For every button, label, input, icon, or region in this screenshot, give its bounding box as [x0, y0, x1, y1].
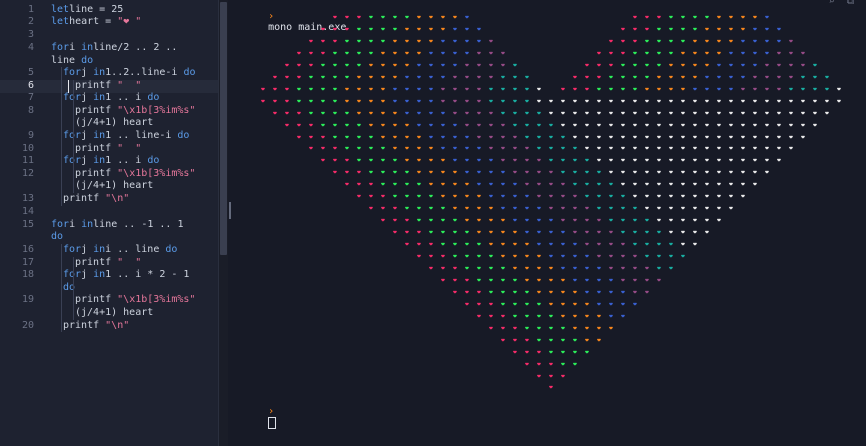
line-number: 14	[21, 206, 34, 217]
code-editor[interactable]: 1 2 3 4 5 6 7 8 9 10 11 12 13 14 15 16 17 18 19 20 letline …	[0, 0, 228, 446]
indent-guide	[73, 80, 74, 193]
code-line[interactable]: line do	[51, 55, 93, 68]
copy-icon[interactable]: ⧉	[847, 0, 854, 7]
line-number: 12	[21, 168, 34, 179]
code-line[interactable]: forj in1 .. i do	[63, 155, 159, 168]
line-number: 8	[27, 105, 34, 116]
indent-guide	[61, 244, 62, 332]
pane-splitter-handle[interactable]	[229, 202, 231, 219]
line-number: 3	[27, 29, 34, 40]
editor-scrollbar[interactable]	[218, 0, 228, 446]
input-prompt-line[interactable]: ›	[244, 395, 277, 442]
code-line[interactable]: do	[51, 231, 63, 244]
line-number-gutter: 1 2 3 4 5 6 7 8 9 10 11 12 13 14 15 16 17 18 19 20	[0, 0, 42, 446]
code-line[interactable]: (j/4+1) heart	[75, 117, 153, 130]
code-line[interactable]: printf "\x1b[3%im%s"	[75, 294, 195, 307]
line-number: 16	[21, 244, 34, 255]
code-line[interactable]: letheart = "❤ "	[51, 16, 141, 29]
terminal-cursor	[268, 417, 277, 429]
code-line[interactable]: printf "\x1b[3%im%s"	[75, 168, 195, 181]
line-number: 1	[27, 4, 34, 15]
line-number: 2	[27, 16, 34, 27]
line-number: 19	[21, 294, 34, 305]
line-number: 5	[27, 67, 34, 78]
code-line[interactable]: printf " "	[75, 257, 141, 270]
editor-scroll-thumb[interactable]	[220, 2, 227, 255]
line-number: 10	[21, 143, 34, 154]
code-line[interactable]: printf "\x1b[3%im%s"	[75, 105, 195, 118]
code-line[interactable]: printf "\n"	[63, 193, 129, 206]
code-line[interactable]: printf "\n"	[63, 320, 129, 333]
line-number: 4	[27, 42, 34, 53]
line-number: 11	[21, 155, 34, 166]
code-line[interactable]: forj ini .. line do	[63, 244, 177, 257]
code-line[interactable]: fori inline .. -1 .. 1	[51, 219, 183, 232]
heart-output: ❤ ❤ ❤ ❤ ❤ ❤ ❤ ❤ ❤ ❤ ❤ ❤ ❤ ❤ ❤ ❤ ❤ ❤ ❤ ❤ ❤ ❤ ❤ ❤ ❤ ❤ ❤ ❤ ❤ ❤ ❤ ❤ ❤ ❤ ❤ ❤ ❤ ❤ ❤ ❤…	[261, 13, 841, 392]
terminal-panel[interactable]: › mono main.exe ❤ ❤ ❤ ❤ ❤ ❤ ❤ ❤ ❤ ❤ ❤ ❤ ❤ ❤ ❤ ❤ ❤ ❤ ❤ ❤ ❤ ❤ ❤ ❤…	[233, 0, 866, 446]
indent-guide	[61, 67, 62, 206]
search-icon[interactable]: ⌕	[829, 0, 835, 7]
code-line[interactable]: forj in1 .. i do	[63, 92, 159, 105]
line-number: 15	[21, 219, 34, 230]
code-line[interactable]: printf " "	[75, 80, 141, 93]
code-line[interactable]: printf " "	[75, 143, 141, 156]
line-number: 9	[27, 130, 34, 141]
code-line[interactable]: forj in1 .. line-i do	[63, 130, 189, 143]
indent-guide	[73, 257, 74, 320]
code-line[interactable]: fori inline/2 .. 2 ..	[51, 42, 177, 55]
code-line[interactable]: (j/4+1) heart	[75, 180, 153, 193]
line-number: 7	[27, 92, 34, 103]
line-number: 18	[21, 269, 34, 280]
line-number: 13	[21, 193, 34, 204]
line-number: 17	[21, 257, 34, 268]
prompt-icon: ›	[268, 406, 275, 417]
code-line[interactable]: forj in1 .. i * 2 - 1	[63, 269, 189, 282]
code-line[interactable]: letline = 25	[51, 4, 123, 17]
text-cursor	[68, 80, 69, 93]
line-number: 6	[27, 80, 34, 91]
line-number: 20	[21, 320, 34, 331]
code-line[interactable]: forj in1..2..line-i do	[63, 67, 195, 80]
window-icons: ⌕ ⧉	[829, 0, 854, 7]
code-line[interactable]: (j/4+1) heart	[75, 307, 153, 320]
